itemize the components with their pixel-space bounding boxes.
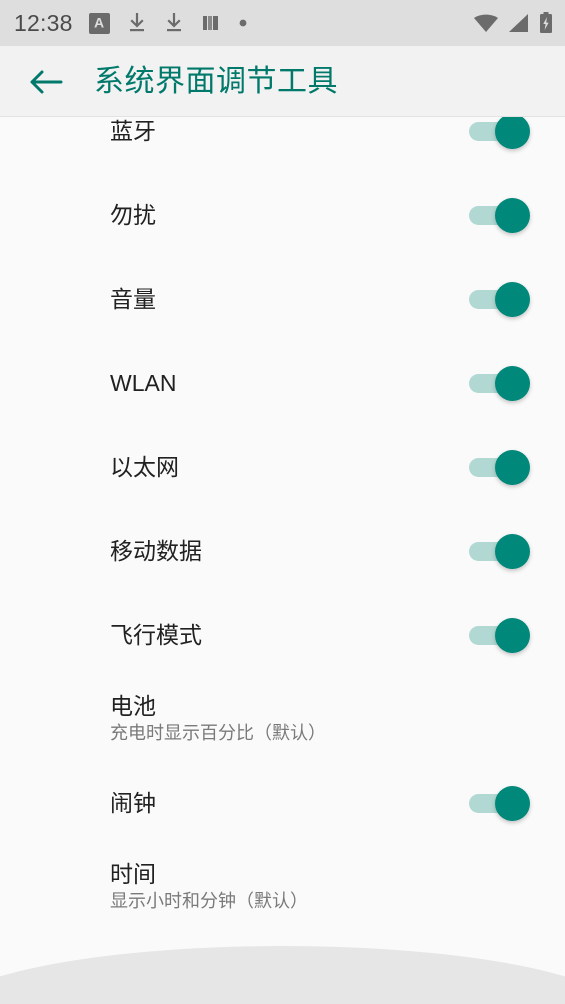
toggle-switch[interactable] xyxy=(469,363,531,403)
list-item-title: 时间 xyxy=(110,860,156,887)
list-item-title: 勿扰 xyxy=(110,201,156,228)
page-title: 系统界面调节工具 xyxy=(94,64,338,98)
list-item-texts: 以太网 xyxy=(110,454,469,480)
list-item[interactable]: 以太网 xyxy=(0,425,565,509)
list-item-title: 电池 xyxy=(110,692,156,719)
a-box-icon xyxy=(88,12,110,34)
battery-charging-icon xyxy=(540,12,552,33)
list-item-title: WLAN xyxy=(110,369,177,396)
toggle-switch[interactable] xyxy=(469,279,531,319)
list-item-texts: 闹钟 xyxy=(110,790,469,816)
back-button[interactable] xyxy=(18,54,74,110)
list-item[interactable]: 电池充电时显示百分比（默认） xyxy=(0,677,565,761)
toggle-thumb xyxy=(495,366,530,401)
list-item[interactable]: 闹钟 xyxy=(0,761,565,845)
list-item-title: 蓝牙 xyxy=(110,117,156,144)
dot-icon xyxy=(239,19,246,27)
list-item-title: 以太网 xyxy=(110,453,179,480)
toggle-thumb xyxy=(495,786,530,821)
list-item-texts: 音量 xyxy=(110,286,469,312)
toggle-switch[interactable] xyxy=(469,531,531,571)
list-item-title: 闹钟 xyxy=(110,789,156,816)
download-icon xyxy=(166,12,181,31)
list-item[interactable]: 勿扰 xyxy=(0,173,565,257)
list-item-texts: 飞行模式 xyxy=(110,622,469,648)
list-item[interactable]: WLAN xyxy=(0,341,565,425)
app-bar: 系统界面调节工具 xyxy=(0,46,565,117)
list-item-texts: 移动数据 xyxy=(110,538,469,564)
status-bar: 12:38 xyxy=(0,0,565,46)
signal-icon xyxy=(509,14,528,32)
list-item-texts: 电池充电时显示百分比（默认） xyxy=(110,693,531,746)
toggle-switch[interactable] xyxy=(469,195,531,235)
list-item-title: 移动数据 xyxy=(110,537,202,564)
toggle-thumb xyxy=(495,534,530,569)
book-icon xyxy=(202,16,218,30)
status-bar-system-icons xyxy=(473,12,553,34)
list-item[interactable]: 时间显示小时和分钟（默认） xyxy=(0,845,565,929)
toggle-switch[interactable] xyxy=(469,117,531,151)
toggle-thumb xyxy=(495,282,530,317)
list-item-texts: 时间显示小时和分钟（默认） xyxy=(110,861,531,914)
list-item-texts: WLAN xyxy=(110,370,469,396)
list-item[interactable]: 音量 xyxy=(0,257,565,341)
list-item[interactable]: 飞行模式 xyxy=(0,593,565,677)
toggle-thumb xyxy=(495,117,530,149)
phone-screen: 12:38 A 系统界面调节工具 蓝牙 勿扰 音量 WLAN 以太网 移动数据 … xyxy=(0,0,565,1004)
list-item-texts: 蓝牙 xyxy=(110,118,469,144)
list-item[interactable]: 蓝牙 xyxy=(0,117,565,173)
list-item-texts: 勿扰 xyxy=(110,202,469,228)
toggle-thumb xyxy=(495,198,530,233)
wifi-icon xyxy=(474,14,498,32)
list-item-title: 音量 xyxy=(110,285,156,312)
toggle-switch[interactable] xyxy=(469,447,531,487)
download-icon xyxy=(129,12,144,31)
toggle-thumb xyxy=(495,618,530,653)
toggle-switch[interactable] xyxy=(469,783,531,823)
settings-list[interactable]: 蓝牙勿扰音量 WLAN 以太网移动数据飞行模式电池充电时显示百分比（默认） 闹钟时间显… xyxy=(0,117,565,1004)
back-arrow-icon xyxy=(30,70,63,93)
status-bar-notification-icons xyxy=(88,12,473,34)
list-item[interactable]: 移动数据 xyxy=(0,509,565,593)
status-bar-clock: 12:38 xyxy=(14,9,73,36)
list-item-subtitle: 充电时显示百分比（默认） xyxy=(110,723,326,744)
list-item-title: 飞行模式 xyxy=(110,621,202,648)
toggle-thumb xyxy=(495,450,530,485)
toggle-switch[interactable] xyxy=(469,615,531,655)
list-item-subtitle: 显示小时和分钟（默认） xyxy=(110,891,308,912)
